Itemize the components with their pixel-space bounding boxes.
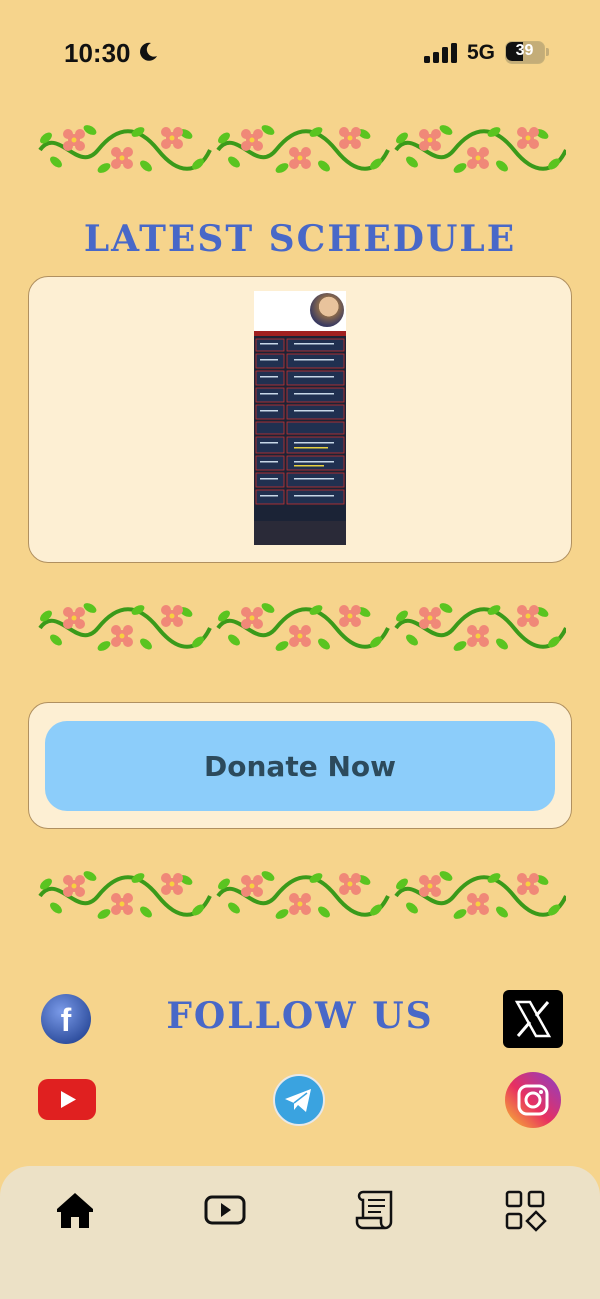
status-bar: 10:30 5G 39	[0, 0, 600, 100]
x-icon[interactable]	[503, 990, 563, 1048]
status-time: 10:30	[64, 38, 131, 68]
instagram-icon[interactable]	[504, 1071, 562, 1129]
floral-divider	[38, 121, 566, 177]
floral-divider	[38, 867, 566, 923]
moon-icon	[140, 42, 157, 61]
schedule-poster-image[interactable]	[254, 291, 346, 545]
facebook-icon[interactable]: f	[40, 993, 92, 1045]
video-icon[interactable]	[203, 1188, 247, 1232]
schedule-card	[28, 276, 572, 563]
telegram-icon[interactable]	[273, 1074, 325, 1126]
schedule-title: LATEST SCHEDULE	[83, 218, 517, 260]
donate-card: Donate Now	[28, 702, 572, 829]
network-type: 5G	[467, 41, 496, 64]
home-icon[interactable]	[53, 1188, 97, 1232]
scroll-icon[interactable]	[353, 1188, 397, 1232]
battery-icon: 39	[505, 41, 549, 64]
floral-divider	[38, 599, 566, 655]
bottom-tab-bar	[0, 1166, 600, 1299]
youtube-icon[interactable]	[38, 1079, 96, 1120]
battery-level: 39	[515, 42, 534, 59]
donate-now-button[interactable]: Donate Now	[45, 721, 555, 811]
svg-text:f: f	[61, 1002, 72, 1038]
grid-icon[interactable]	[503, 1188, 547, 1232]
signal-icon	[424, 43, 457, 63]
